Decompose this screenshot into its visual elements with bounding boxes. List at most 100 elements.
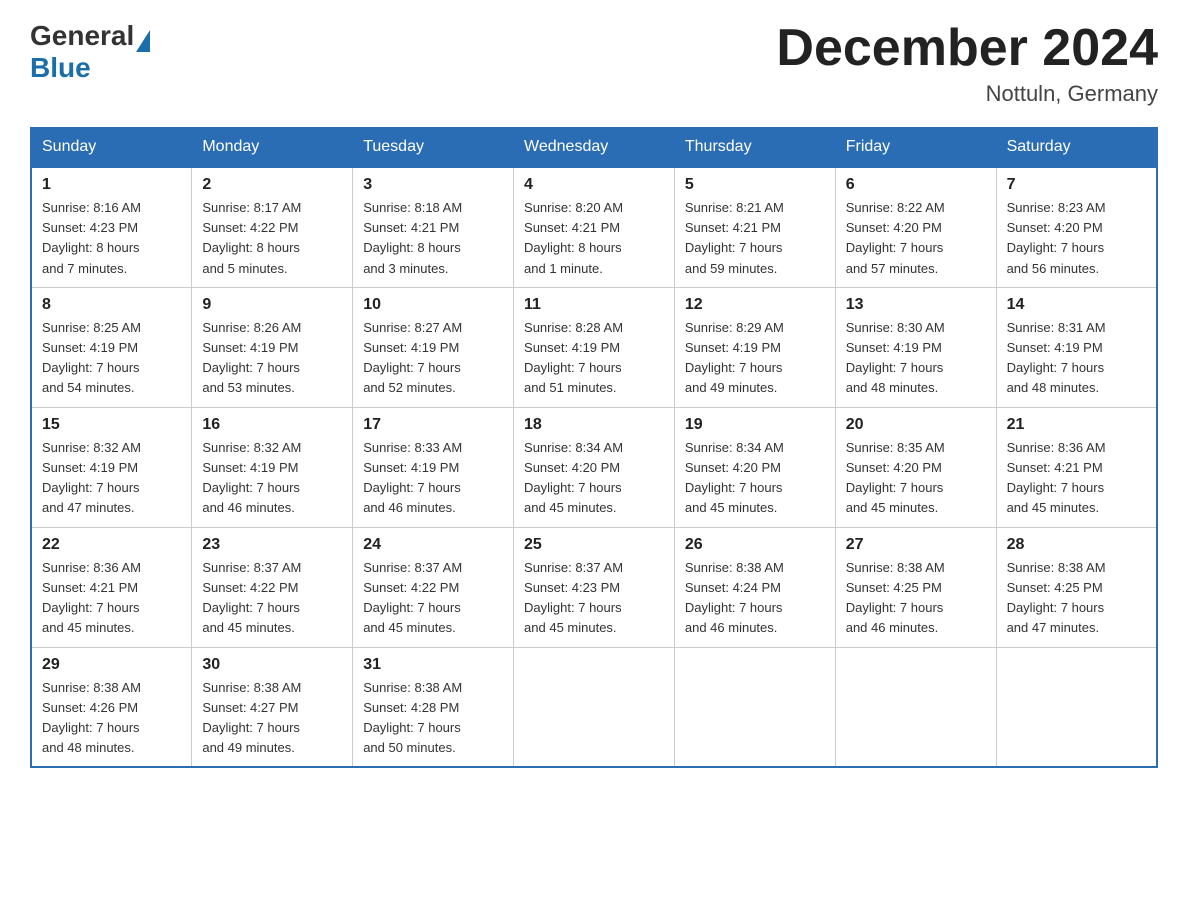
day-info: Sunrise: 8:29 AMSunset: 4:19 PMDaylight:… — [685, 318, 825, 399]
header-wednesday: Wednesday — [514, 128, 675, 168]
calendar-cell: 7 Sunrise: 8:23 AMSunset: 4:20 PMDayligh… — [996, 167, 1157, 287]
day-number: 13 — [846, 296, 986, 314]
day-info: Sunrise: 8:38 AMSunset: 4:25 PMDaylight:… — [846, 558, 986, 639]
location-subtitle: Nottuln, Germany — [776, 81, 1158, 107]
calendar-cell: 31 Sunrise: 8:38 AMSunset: 4:28 PMDaylig… — [353, 647, 514, 767]
day-info: Sunrise: 8:38 AMSunset: 4:28 PMDaylight:… — [363, 678, 503, 759]
day-number: 4 — [524, 176, 664, 194]
day-info: Sunrise: 8:21 AMSunset: 4:21 PMDaylight:… — [685, 198, 825, 279]
calendar-cell: 26 Sunrise: 8:38 AMSunset: 4:24 PMDaylig… — [674, 527, 835, 647]
calendar-cell: 25 Sunrise: 8:37 AMSunset: 4:23 PMDaylig… — [514, 527, 675, 647]
day-info: Sunrise: 8:36 AMSunset: 4:21 PMDaylight:… — [1007, 438, 1146, 519]
calendar-cell: 29 Sunrise: 8:38 AMSunset: 4:26 PMDaylig… — [31, 647, 192, 767]
day-number: 2 — [202, 176, 342, 194]
calendar-cell: 12 Sunrise: 8:29 AMSunset: 4:19 PMDaylig… — [674, 287, 835, 407]
calendar-cell — [674, 647, 835, 767]
day-info: Sunrise: 8:34 AMSunset: 4:20 PMDaylight:… — [524, 438, 664, 519]
day-number: 10 — [363, 296, 503, 314]
logo-general-text: General — [30, 20, 134, 52]
day-info: Sunrise: 8:38 AMSunset: 4:27 PMDaylight:… — [202, 678, 342, 759]
logo-blue-text: Blue — [30, 52, 91, 84]
header-friday: Friday — [835, 128, 996, 168]
calendar-header-row: Sunday Monday Tuesday Wednesday Thursday… — [31, 128, 1157, 168]
calendar-cell: 20 Sunrise: 8:35 AMSunset: 4:20 PMDaylig… — [835, 407, 996, 527]
day-info: Sunrise: 8:18 AMSunset: 4:21 PMDaylight:… — [363, 198, 503, 279]
calendar-cell: 22 Sunrise: 8:36 AMSunset: 4:21 PMDaylig… — [31, 527, 192, 647]
header-saturday: Saturday — [996, 128, 1157, 168]
calendar-cell: 23 Sunrise: 8:37 AMSunset: 4:22 PMDaylig… — [192, 527, 353, 647]
day-number: 18 — [524, 416, 664, 434]
calendar-cell: 6 Sunrise: 8:22 AMSunset: 4:20 PMDayligh… — [835, 167, 996, 287]
calendar-week-2: 8 Sunrise: 8:25 AMSunset: 4:19 PMDayligh… — [31, 287, 1157, 407]
day-number: 19 — [685, 416, 825, 434]
calendar-cell: 11 Sunrise: 8:28 AMSunset: 4:19 PMDaylig… — [514, 287, 675, 407]
day-info: Sunrise: 8:38 AMSunset: 4:25 PMDaylight:… — [1007, 558, 1146, 639]
calendar-cell: 30 Sunrise: 8:38 AMSunset: 4:27 PMDaylig… — [192, 647, 353, 767]
day-info: Sunrise: 8:35 AMSunset: 4:20 PMDaylight:… — [846, 438, 986, 519]
calendar-cell: 3 Sunrise: 8:18 AMSunset: 4:21 PMDayligh… — [353, 167, 514, 287]
day-number: 9 — [202, 296, 342, 314]
calendar-cell: 5 Sunrise: 8:21 AMSunset: 4:21 PMDayligh… — [674, 167, 835, 287]
day-info: Sunrise: 8:30 AMSunset: 4:19 PMDaylight:… — [846, 318, 986, 399]
day-info: Sunrise: 8:38 AMSunset: 4:24 PMDaylight:… — [685, 558, 825, 639]
day-number: 24 — [363, 536, 503, 554]
calendar-cell: 14 Sunrise: 8:31 AMSunset: 4:19 PMDaylig… — [996, 287, 1157, 407]
header-thursday: Thursday — [674, 128, 835, 168]
day-info: Sunrise: 8:26 AMSunset: 4:19 PMDaylight:… — [202, 318, 342, 399]
calendar-week-5: 29 Sunrise: 8:38 AMSunset: 4:26 PMDaylig… — [31, 647, 1157, 767]
calendar-week-4: 22 Sunrise: 8:36 AMSunset: 4:21 PMDaylig… — [31, 527, 1157, 647]
day-number: 28 — [1007, 536, 1146, 554]
calendar-week-3: 15 Sunrise: 8:32 AMSunset: 4:19 PMDaylig… — [31, 407, 1157, 527]
day-info: Sunrise: 8:37 AMSunset: 4:22 PMDaylight:… — [202, 558, 342, 639]
day-info: Sunrise: 8:31 AMSunset: 4:19 PMDaylight:… — [1007, 318, 1146, 399]
calendar-cell: 13 Sunrise: 8:30 AMSunset: 4:19 PMDaylig… — [835, 287, 996, 407]
calendar-cell: 16 Sunrise: 8:32 AMSunset: 4:19 PMDaylig… — [192, 407, 353, 527]
logo-triangle-icon — [136, 30, 150, 52]
calendar-cell — [835, 647, 996, 767]
day-number: 7 — [1007, 176, 1146, 194]
calendar-cell: 21 Sunrise: 8:36 AMSunset: 4:21 PMDaylig… — [996, 407, 1157, 527]
day-info: Sunrise: 8:28 AMSunset: 4:19 PMDaylight:… — [524, 318, 664, 399]
calendar-cell: 8 Sunrise: 8:25 AMSunset: 4:19 PMDayligh… — [31, 287, 192, 407]
logo: General Blue — [30, 20, 150, 84]
day-info: Sunrise: 8:33 AMSunset: 4:19 PMDaylight:… — [363, 438, 503, 519]
day-number: 6 — [846, 176, 986, 194]
calendar-cell: 24 Sunrise: 8:37 AMSunset: 4:22 PMDaylig… — [353, 527, 514, 647]
day-number: 23 — [202, 536, 342, 554]
header-tuesday: Tuesday — [353, 128, 514, 168]
day-info: Sunrise: 8:34 AMSunset: 4:20 PMDaylight:… — [685, 438, 825, 519]
day-number: 11 — [524, 296, 664, 314]
day-number: 22 — [42, 536, 181, 554]
day-info: Sunrise: 8:23 AMSunset: 4:20 PMDaylight:… — [1007, 198, 1146, 279]
day-info: Sunrise: 8:27 AMSunset: 4:19 PMDaylight:… — [363, 318, 503, 399]
day-number: 3 — [363, 176, 503, 194]
page-header: General Blue December 2024 Nottuln, Germ… — [30, 20, 1158, 107]
calendar-cell: 19 Sunrise: 8:34 AMSunset: 4:20 PMDaylig… — [674, 407, 835, 527]
day-number: 25 — [524, 536, 664, 554]
day-number: 12 — [685, 296, 825, 314]
calendar-cell: 1 Sunrise: 8:16 AMSunset: 4:23 PMDayligh… — [31, 167, 192, 287]
calendar-table: Sunday Monday Tuesday Wednesday Thursday… — [30, 127, 1158, 768]
day-info: Sunrise: 8:32 AMSunset: 4:19 PMDaylight:… — [42, 438, 181, 519]
day-info: Sunrise: 8:16 AMSunset: 4:23 PMDaylight:… — [42, 198, 181, 279]
day-info: Sunrise: 8:20 AMSunset: 4:21 PMDaylight:… — [524, 198, 664, 279]
day-number: 31 — [363, 656, 503, 674]
title-section: December 2024 Nottuln, Germany — [776, 20, 1158, 107]
calendar-cell: 2 Sunrise: 8:17 AMSunset: 4:22 PMDayligh… — [192, 167, 353, 287]
day-number: 15 — [42, 416, 181, 434]
day-number: 16 — [202, 416, 342, 434]
calendar-week-1: 1 Sunrise: 8:16 AMSunset: 4:23 PMDayligh… — [31, 167, 1157, 287]
day-number: 29 — [42, 656, 181, 674]
day-info: Sunrise: 8:25 AMSunset: 4:19 PMDaylight:… — [42, 318, 181, 399]
day-number: 20 — [846, 416, 986, 434]
day-number: 1 — [42, 176, 181, 194]
day-number: 21 — [1007, 416, 1146, 434]
day-info: Sunrise: 8:32 AMSunset: 4:19 PMDaylight:… — [202, 438, 342, 519]
calendar-cell: 28 Sunrise: 8:38 AMSunset: 4:25 PMDaylig… — [996, 527, 1157, 647]
day-info: Sunrise: 8:17 AMSunset: 4:22 PMDaylight:… — [202, 198, 342, 279]
day-info: Sunrise: 8:36 AMSunset: 4:21 PMDaylight:… — [42, 558, 181, 639]
month-title: December 2024 — [776, 20, 1158, 77]
header-monday: Monday — [192, 128, 353, 168]
day-number: 27 — [846, 536, 986, 554]
day-number: 26 — [685, 536, 825, 554]
